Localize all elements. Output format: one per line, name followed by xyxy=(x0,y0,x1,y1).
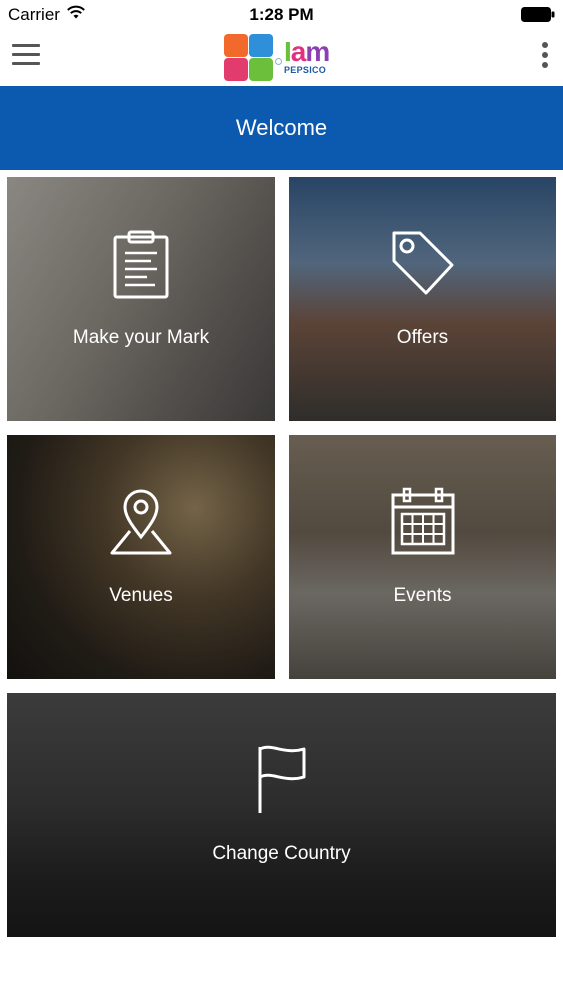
tile-overlay xyxy=(7,177,275,421)
tile-label-events: Events xyxy=(393,585,452,606)
calendar-icon xyxy=(391,487,454,555)
logo-iam-text: Iam xyxy=(284,36,330,67)
flag-icon xyxy=(258,745,305,813)
battery-icon xyxy=(521,7,555,22)
iam-pepsico-logo: Iam PEPSICO xyxy=(224,32,344,84)
more-vertical-icon-dot-1 xyxy=(542,42,548,48)
tile-venues[interactable]: Venues xyxy=(7,435,275,679)
tile-overlay xyxy=(7,435,275,679)
nav-bar: Iam PEPSICO xyxy=(0,30,563,86)
tile-label-offers: Offers xyxy=(396,327,449,348)
tile-overlay xyxy=(7,693,556,937)
tile-make-your-mark[interactable]: Make your Mark xyxy=(7,177,275,421)
hamburger-menu-button[interactable] xyxy=(12,44,42,70)
more-vertical-icon-dot-3 xyxy=(542,62,548,68)
more-vertical-icon-dot-2 xyxy=(542,52,548,58)
tile-label-venues: Venues xyxy=(109,585,173,606)
tile-events[interactable]: Events xyxy=(289,435,556,679)
tile-change-country[interactable]: Change Country xyxy=(7,693,556,937)
tag-icon xyxy=(392,231,453,295)
logo-pepsico-text: PEPSICO xyxy=(284,65,327,75)
hamburger-icon-line-2 xyxy=(12,53,40,56)
tile-overlay xyxy=(289,435,556,679)
tile-offers[interactable]: Offers xyxy=(289,177,556,421)
hamburger-icon-line-3 xyxy=(12,62,40,65)
tile-label-make-your-mark: Make your Mark xyxy=(72,327,210,348)
welcome-banner: Welcome xyxy=(0,86,563,170)
logo-dot xyxy=(275,58,282,65)
status-time: 1:28 PM xyxy=(249,5,314,24)
status-bar: Carrier 1:28 PM xyxy=(0,0,563,30)
welcome-title: Welcome xyxy=(235,115,328,140)
clipboard-icon xyxy=(113,230,169,299)
map-pin-icon xyxy=(110,489,172,555)
hamburger-icon-line-1 xyxy=(12,44,40,47)
more-options-button[interactable] xyxy=(537,42,553,74)
logo-tiles xyxy=(224,34,274,82)
tile-label-change-country: Change Country xyxy=(212,843,351,864)
